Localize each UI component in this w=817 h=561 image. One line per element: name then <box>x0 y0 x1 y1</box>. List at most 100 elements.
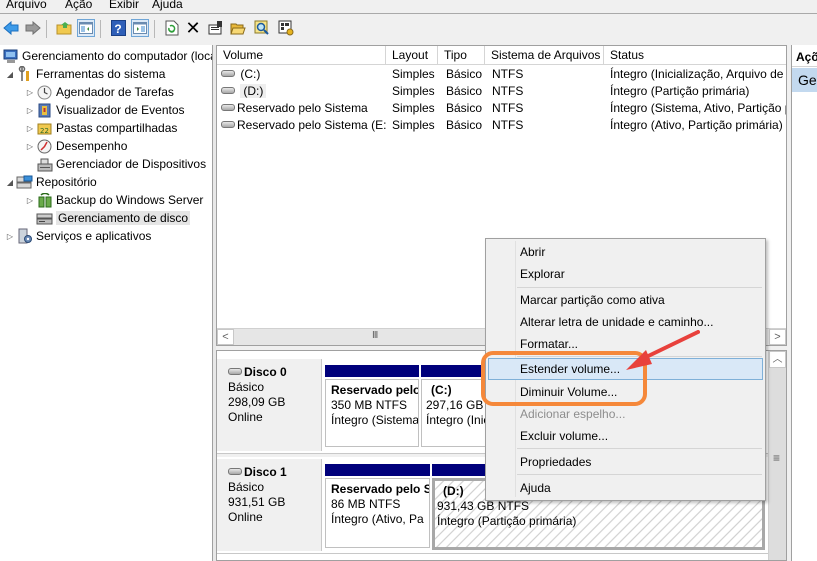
disk-0-label[interactable]: Disco 0 Básico 298,09 GB Online <box>217 359 322 451</box>
forward-arrow-icon[interactable] <box>24 19 42 37</box>
menu-item-excluir-volume[interactable]: Excluir volume... <box>488 425 763 447</box>
delete-icon[interactable]: ✕ <box>184 18 202 38</box>
collapsed-triangle-icon[interactable]: ▷ <box>4 232 16 241</box>
menu-item-estender-volume[interactable]: Estender volume... <box>488 358 763 380</box>
show-hide-action-pane-icon[interactable] <box>131 19 149 37</box>
tree-item-label: Gerenciador de Dispositivos <box>56 157 207 171</box>
disk-1-label[interactable]: Disco 1 Básico 931,51 GB Online <box>217 459 322 551</box>
column-header-volume[interactable]: Volume <box>217 46 386 65</box>
table-row[interactable]: (D:) Simples Básico NTFS Íntegro (Partiç… <box>217 83 786 100</box>
tree-item-task-scheduler[interactable]: ▷ Agendador de Tarefas <box>24 83 174 101</box>
refresh-icon[interactable] <box>163 19 181 37</box>
tree-item-windows-server-backup[interactable]: ▷ Backup do Windows Server <box>24 191 203 209</box>
menu-ajuda[interactable]: Ajuda <box>152 0 183 11</box>
actions-item-disk-management[interactable]: Gerenciamento de disco <box>792 68 817 92</box>
show-hide-console-tree-icon[interactable] <box>77 19 95 37</box>
menu-item-alterar-letra[interactable]: Alterar letra de unidade e caminho... <box>488 311 763 333</box>
status-cell: Íntegro (Partição primária) <box>610 84 750 98</box>
scrollbar-grip[interactable]: ≡ <box>773 451 780 465</box>
column-header-status[interactable]: Status <box>604 46 788 65</box>
tree-item-label: Ferramentas do sistema <box>36 67 166 81</box>
table-row[interactable]: (C:) Simples Básico NTFS Íntegro (Inicia… <box>217 66 786 83</box>
menu-arquivo[interactable]: Arquivo <box>6 0 47 11</box>
vertical-scrollbar[interactable]: ︿ ≡ <box>768 351 786 560</box>
column-header-tipo[interactable]: Tipo <box>438 46 485 65</box>
tree-item-event-viewer[interactable]: ▷ Visualizador de Eventos <box>24 101 185 119</box>
menu-item-marcar-particao-ativa[interactable]: Marcar partição como ativa <box>488 289 763 311</box>
status-cell: Íntegro (Sistema, Ativo, Partição p <box>610 101 786 115</box>
disk-separator <box>217 553 769 554</box>
clock-icon <box>36 84 53 100</box>
up-folder-icon[interactable] <box>55 19 73 37</box>
collapsed-triangle-icon[interactable]: ▷ <box>24 88 36 97</box>
tree-item-label: Gerenciamento do computador (local) <box>22 49 213 63</box>
menu-separator <box>517 474 762 475</box>
tree-item-computer-management[interactable]: Gerenciamento do computador (local) <box>2 47 213 65</box>
menu-item-diminuir-volume[interactable]: Diminuir Volume... <box>488 381 763 403</box>
partition-status: Íntegro (Ativo, Pa <box>331 512 424 526</box>
tree-item-storage[interactable]: ◢ Repositório <box>4 173 97 191</box>
volume-cell: Reservado pelo Sistema <box>221 100 386 117</box>
column-header-sistema-de-arquivos[interactable]: Sistema de Arquivos <box>485 46 604 65</box>
help-icon[interactable]: ? <box>109 19 127 37</box>
scroll-up-button[interactable]: ︿ <box>769 351 786 368</box>
disk-size: 931,51 GB <box>228 495 286 509</box>
properties-icon[interactable] <box>207 19 225 37</box>
column-header-layout[interactable]: Layout <box>386 46 438 65</box>
expanded-triangle-icon[interactable]: ◢ <box>4 70 16 79</box>
menu-acao[interactable]: Ação <box>65 0 92 11</box>
collapsed-triangle-icon[interactable]: ▷ <box>24 106 36 115</box>
collapsed-triangle-icon[interactable]: ▷ <box>24 142 36 151</box>
settings-icon[interactable] <box>277 19 295 37</box>
scroll-left-button[interactable]: < <box>217 329 234 345</box>
volume-cell: Reservado pelo Sistema (E:) <box>221 117 386 134</box>
disk-title: Disco 0 <box>228 365 321 380</box>
collapsed-triangle-icon[interactable]: ▷ <box>24 196 36 205</box>
menu-item-propriedades[interactable]: Propriedades <box>488 451 763 473</box>
toolbar-separator <box>46 20 47 38</box>
menu-item-abrir[interactable]: Abrir <box>488 241 763 263</box>
tree-item-label: Serviços e aplicativos <box>36 229 152 243</box>
status-cell: Íntegro (Ativo, Partição primária) <box>610 118 783 132</box>
system-tools-icon <box>16 66 33 82</box>
fs-cell: NTFS <box>492 101 524 115</box>
tree-item-system-tools[interactable]: ◢ Ferramentas do sistema <box>4 65 165 83</box>
layout-cell: Simples <box>392 101 435 115</box>
tree-item-disk-management[interactable]: Gerenciamento de disco <box>36 209 191 227</box>
partition-header-bar <box>325 464 430 476</box>
event-viewer-icon <box>36 102 53 118</box>
volume-disk-icon <box>221 121 235 129</box>
back-arrow-icon[interactable] <box>2 19 20 37</box>
scrollbar-grip[interactable]: III <box>372 330 378 341</box>
performance-icon <box>36 138 53 154</box>
table-row[interactable]: Reservado pelo Sistema Simples Básico NT… <box>217 100 786 117</box>
menu-exibir[interactable]: Exibir <box>109 0 139 11</box>
layout-cell: Simples <box>392 118 435 132</box>
search-icon[interactable] <box>253 19 271 37</box>
partition-system-reserved-disk1[interactable]: Reservado pelo Sistema 86 MB NTFS Íntegr… <box>325 478 430 548</box>
tipo-cell: Básico <box>446 67 483 81</box>
menu-item-ajuda[interactable]: Ajuda <box>488 477 763 499</box>
tree-item-device-manager[interactable]: Gerenciador de Dispositivos <box>36 155 206 173</box>
fs-cell: NTFS <box>492 118 524 132</box>
menu-item-formatar[interactable]: Formatar... <box>488 333 763 355</box>
menu-item-explorar[interactable]: Explorar <box>488 263 763 285</box>
collapsed-triangle-icon[interactable]: ▷ <box>24 124 36 133</box>
console-tree: Gerenciamento do computador (local) ◢ Fe… <box>0 45 213 561</box>
partition-system-reserved-disk0[interactable]: Reservado pelo Sistema 350 MB NTFS Ínteg… <box>325 379 419 447</box>
scroll-right-button[interactable]: > <box>769 329 786 345</box>
tree-item-shared-folders[interactable]: ▷ 22 Pastas compartilhadas <box>24 119 177 137</box>
expanded-triangle-icon[interactable]: ◢ <box>4 178 16 187</box>
table-row[interactable]: Reservado pelo Sistema (E:) Simples Bási… <box>217 117 786 134</box>
tipo-cell: Básico <box>446 84 483 98</box>
toolbar-separator <box>100 20 101 38</box>
partition-header-bar <box>325 365 419 377</box>
menu-separator <box>517 287 762 288</box>
tree-item-services-and-applications[interactable]: ▷ Serviços e aplicativos <box>4 227 151 245</box>
open-folder-icon[interactable] <box>229 19 247 37</box>
menu-bar: Arquivo Ação Exibir Ajuda <box>0 0 817 14</box>
partition-name: Reservado pelo Sistema <box>331 383 419 397</box>
tree-item-performance[interactable]: ▷ Desempenho <box>24 137 127 155</box>
disk-size: 298,09 GB <box>228 395 286 409</box>
volume-disk-icon <box>221 104 235 112</box>
